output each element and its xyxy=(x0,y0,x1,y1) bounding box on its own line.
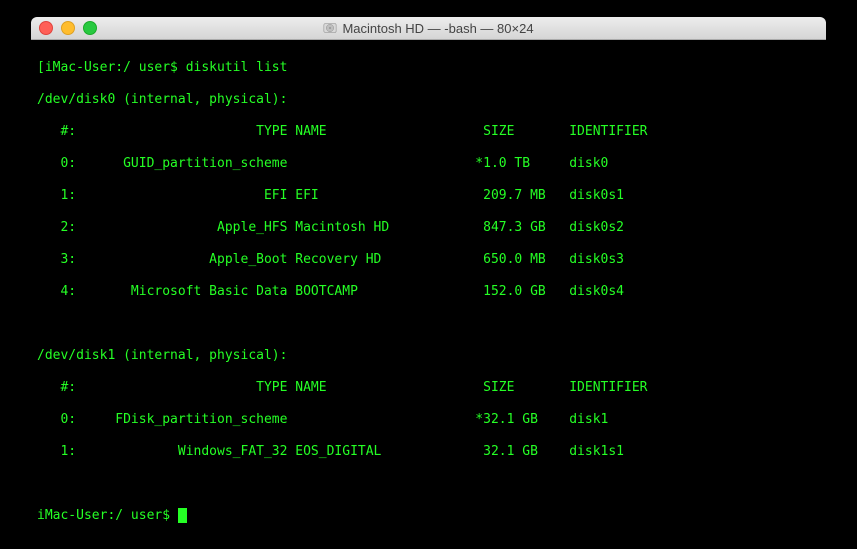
window-title: Macintosh HD — -bash — 80×24 xyxy=(342,21,533,36)
prompt-text: iMac-User:/ user$ xyxy=(37,508,178,523)
terminal-body[interactable]: [iMac-User:/ user$ diskutil list /dev/di… xyxy=(31,40,826,532)
traffic-lights xyxy=(39,21,97,35)
disk-icon xyxy=(323,21,337,35)
table-row: 3: Apple_Boot Recovery HD 650.0 MB disk0… xyxy=(37,252,820,268)
cursor-icon xyxy=(178,508,187,523)
maximize-icon[interactable] xyxy=(83,21,97,35)
title-center: Macintosh HD — -bash — 80×24 xyxy=(31,21,826,36)
minimize-icon[interactable] xyxy=(61,21,75,35)
blank-line xyxy=(37,316,820,332)
titlebar[interactable]: Macintosh HD — -bash — 80×24 xyxy=(31,17,826,40)
table-row: 0: FDisk_partition_scheme *32.1 GB disk1 xyxy=(37,412,820,428)
table-row: 0: GUID_partition_scheme *1.0 TB disk0 xyxy=(37,156,820,172)
prompt-line-2: iMac-User:/ user$ xyxy=(37,508,820,524)
table-row: 1: EFI EFI 209.7 MB disk0s1 xyxy=(37,188,820,204)
table-row: 2: Apple_HFS Macintosh HD 847.3 GB disk0… xyxy=(37,220,820,236)
table-row: 4: Microsoft Basic Data BOOTCAMP 152.0 G… xyxy=(37,284,820,300)
disk0-header: /dev/disk0 (internal, physical): xyxy=(37,92,820,108)
close-icon[interactable] xyxy=(39,21,53,35)
disk1-col-header: #: TYPE NAME SIZE IDENTIFIER xyxy=(37,380,820,396)
disk0-col-header: #: TYPE NAME SIZE IDENTIFIER xyxy=(37,124,820,140)
table-row: 1: Windows_FAT_32 EOS_DIGITAL 32.1 GB di… xyxy=(37,444,820,460)
terminal-window: Macintosh HD — -bash — 80×24 [iMac-User:… xyxy=(31,17,826,532)
disk1-header: /dev/disk1 (internal, physical): xyxy=(37,348,820,364)
prompt-line: [iMac-User:/ user$ diskutil list xyxy=(37,60,820,76)
blank-line xyxy=(37,476,820,492)
